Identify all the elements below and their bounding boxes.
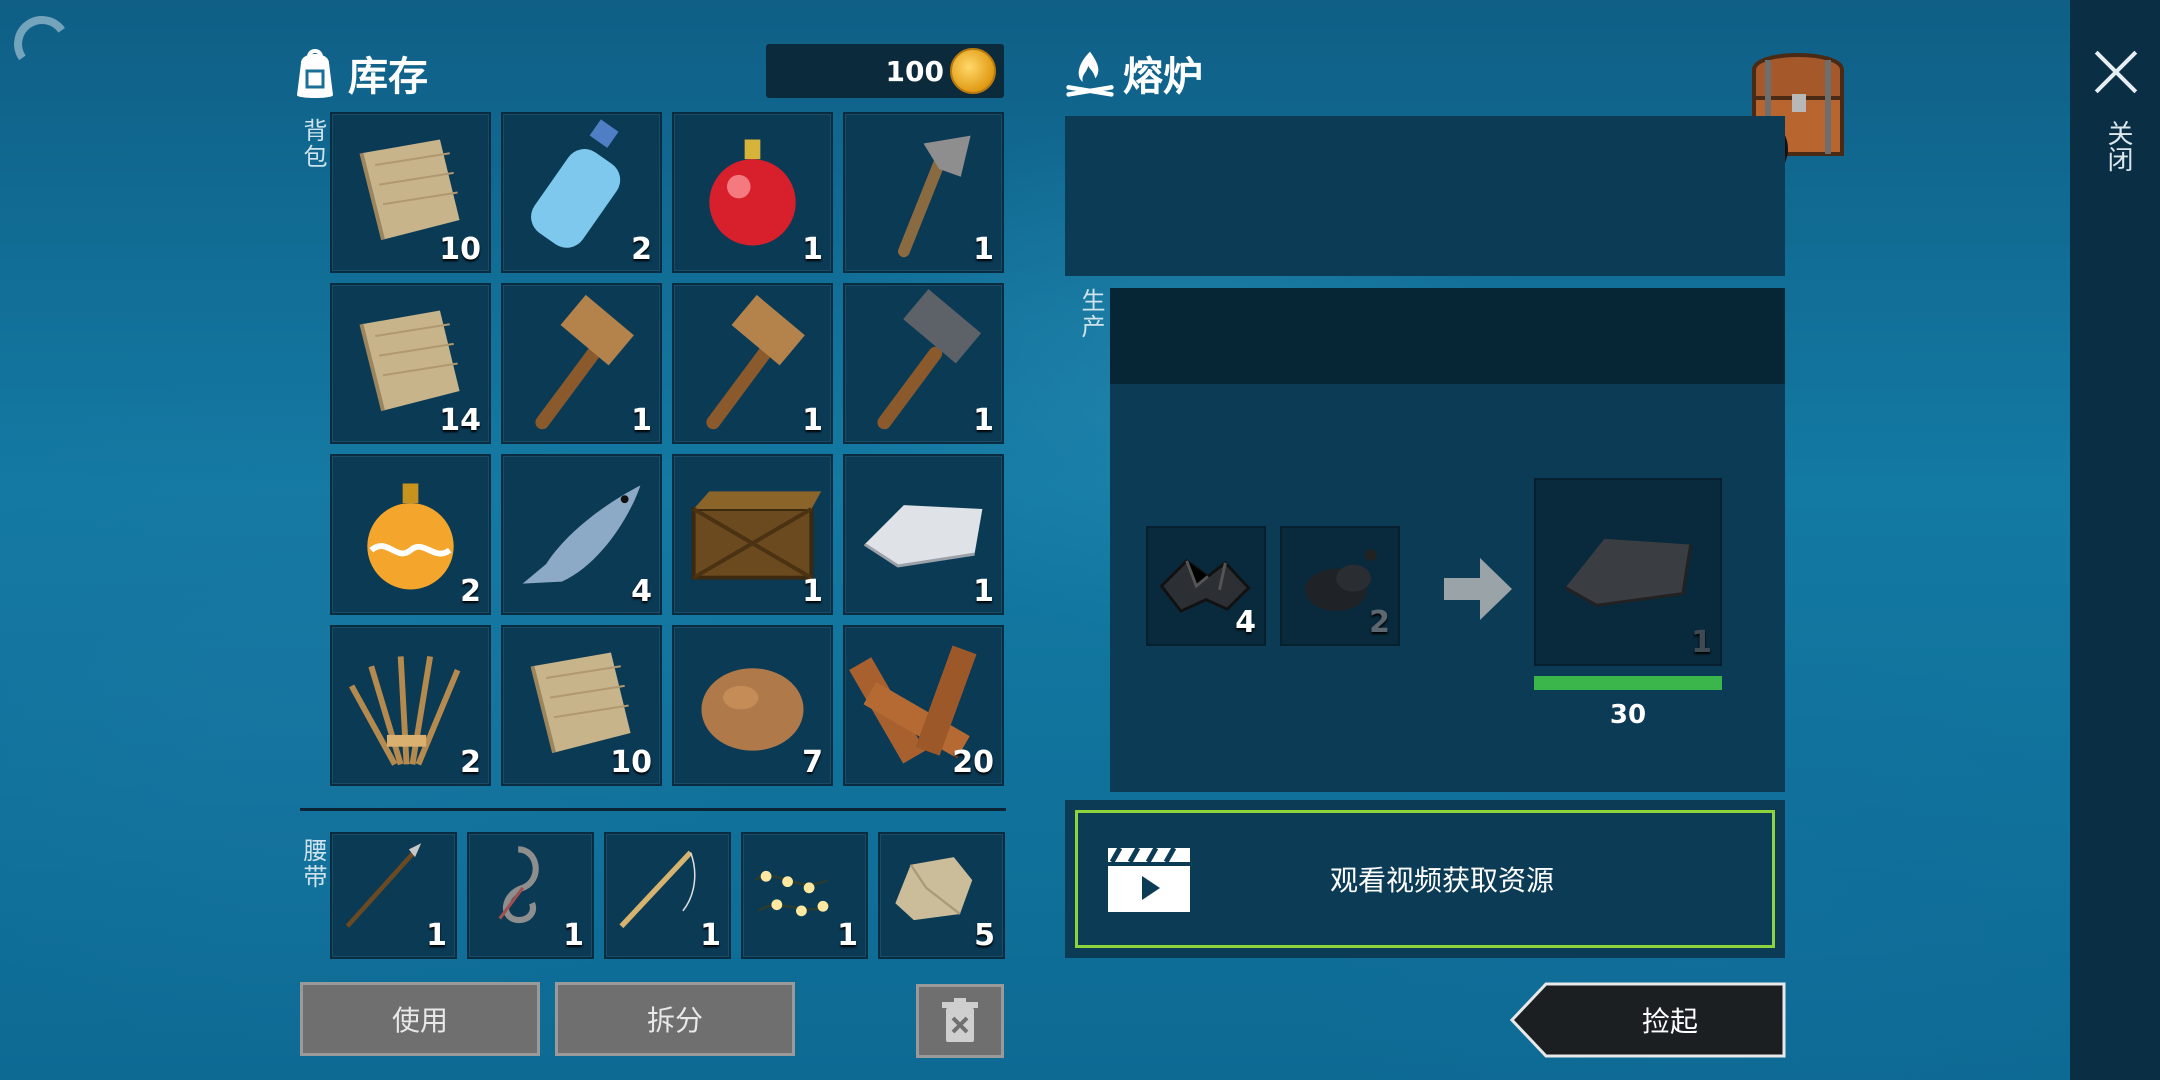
output-qty: 1	[1691, 625, 1712, 660]
input-qty: 2	[1369, 605, 1390, 640]
item-qty: 14	[439, 403, 481, 438]
backpack-icon	[290, 45, 340, 101]
item-qty: 1	[426, 918, 447, 953]
inventory-title-text: 库存	[348, 54, 428, 100]
belt-slot[interactable]: 1	[604, 832, 731, 959]
item-qty: 4	[631, 574, 652, 609]
item-qty: 1	[631, 403, 652, 438]
backpack-slot[interactable]: 7	[672, 625, 833, 786]
split-button[interactable]: 拆分	[555, 982, 795, 1056]
item-qty: 2	[631, 232, 652, 267]
smelt-timer: 30	[1609, 700, 1647, 730]
backpack-label: 背包	[299, 118, 327, 170]
belt-label: 腰带	[299, 838, 327, 890]
trash-icon	[942, 998, 978, 1042]
backpack-slot[interactable]: 1	[672, 454, 833, 615]
item-qty: 1	[973, 403, 994, 438]
backpack-slot[interactable]: 1	[501, 283, 662, 444]
item-qty: 1	[802, 403, 823, 438]
right-sidebar: 关闭	[2070, 0, 2160, 1080]
coin-icon	[950, 48, 996, 94]
inventory-title: 库存	[290, 44, 428, 102]
item-qty: 1	[973, 232, 994, 267]
backpack-slot[interactable]: 1	[672, 112, 833, 273]
item-qty: 2	[460, 745, 481, 780]
backpack-grid: 10 2 1 1 14 1 1 1 2 4 1 1 2 10 7 20	[330, 112, 1004, 786]
belt-slot[interactable]: 5	[878, 832, 1005, 959]
arrow-right-icon	[1444, 556, 1514, 626]
item-qty: 1	[837, 918, 858, 953]
close-icon[interactable]	[2092, 48, 2140, 96]
coin-amount: 100	[885, 54, 944, 88]
item-qty: 5	[974, 918, 995, 953]
trash-button[interactable]	[916, 984, 1004, 1058]
backpack-slot[interactable]: 1	[843, 112, 1004, 273]
belt-slot[interactable]: 1	[741, 832, 868, 959]
backpack-slot[interactable]: 14	[330, 283, 491, 444]
backpack-slot[interactable]: 1	[843, 454, 1004, 615]
backpack-slot[interactable]: 2	[330, 454, 491, 615]
item-qty: 1	[700, 918, 721, 953]
item-qty: 1	[802, 232, 823, 267]
watch-video-label: 观看视频获取资源	[1329, 864, 1554, 897]
backpack-slot[interactable]: 1	[672, 283, 833, 444]
pickup-label: 捡起	[1641, 1005, 1698, 1038]
item-qty: 20	[952, 745, 994, 780]
backpack-slot[interactable]: 10	[330, 112, 491, 273]
item-qty: 10	[610, 745, 652, 780]
furnace-title-text: 熔炉	[1123, 54, 1203, 100]
inventory-divider	[300, 808, 1006, 811]
use-button[interactable]: 使用	[300, 982, 540, 1056]
campfire-icon	[1065, 45, 1115, 101]
recipe-inputs: 4 2	[1146, 526, 1400, 646]
back-arc-icon[interactable]	[9, 11, 75, 77]
belt-slot[interactable]: 1	[467, 832, 594, 959]
furnace-slot-panel	[1065, 116, 1785, 276]
item-qty: 2	[460, 574, 481, 609]
input-slot-ore: 4	[1146, 526, 1266, 646]
belt-slot[interactable]: 1	[330, 832, 457, 959]
watch-video-panel: 观看视频获取资源	[1065, 800, 1785, 958]
coin-counter: 100	[766, 44, 1004, 98]
item-qty: 10	[439, 232, 481, 267]
belt-grid: 1 1 1 1 5	[330, 832, 1005, 959]
backpack-slot[interactable]: 20	[843, 625, 1004, 786]
close-label: 关闭	[2103, 120, 2133, 172]
backpack-slot[interactable]: 1	[843, 283, 1004, 444]
clapperboard-icon	[1108, 846, 1190, 912]
pickup-button[interactable]: 捡起	[1510, 982, 1786, 1058]
backpack-slot[interactable]: 2	[501, 112, 662, 273]
item-qty: 1	[973, 574, 994, 609]
item-qty: 7	[802, 745, 823, 780]
production-header	[1110, 288, 1785, 384]
backpack-slot[interactable]: 4	[501, 454, 662, 615]
smelt-progress-bar	[1534, 676, 1722, 690]
production-label: 生产	[1077, 288, 1105, 340]
watch-video-button[interactable]: 观看视频获取资源	[1075, 810, 1775, 948]
backpack-slot[interactable]: 2	[330, 625, 491, 786]
item-qty: 1	[802, 574, 823, 609]
input-slot-coal: 2	[1280, 526, 1400, 646]
backpack-slot[interactable]: 10	[501, 625, 662, 786]
item-qty: 1	[563, 918, 584, 953]
output-slot[interactable]: 1	[1534, 478, 1722, 666]
furnace-title: 熔炉	[1065, 44, 1203, 102]
input-qty: 4	[1235, 605, 1256, 640]
